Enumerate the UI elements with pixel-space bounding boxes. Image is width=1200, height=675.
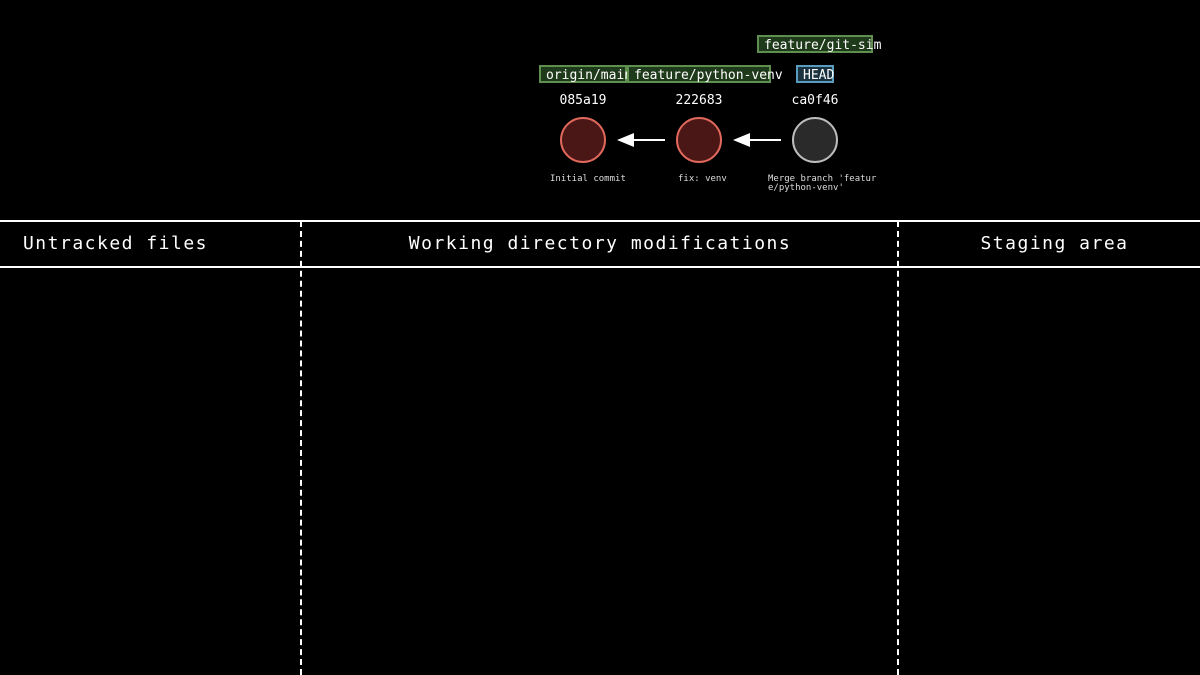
- column-header-working-directory: Working directory modifications: [408, 233, 792, 254]
- table-header-border: [0, 266, 1200, 268]
- commit-node[interactable]: [792, 117, 838, 163]
- commit-node[interactable]: [676, 117, 722, 163]
- commit-sha: 222683: [675, 93, 723, 108]
- commit-node[interactable]: [560, 117, 606, 163]
- branch-label-origin-main: origin/main: [539, 65, 632, 83]
- commit-sha: ca0f46: [791, 93, 839, 108]
- column-header-untracked-files: Untracked files: [22, 233, 209, 254]
- branch-label-feature-git-sim: feature/git-sim: [757, 35, 881, 53]
- untracked-files-column: [0, 270, 300, 675]
- branch-label-feature-python-venv: feature/python-venv: [627, 65, 783, 83]
- commit-message: Initial commit: [550, 174, 626, 184]
- working-directory-column: [302, 270, 897, 675]
- parent-arrow-icon: [733, 133, 781, 147]
- commit-sha: 085a19: [559, 93, 607, 108]
- commit-message: fix: venv: [678, 174, 727, 184]
- table-top-border: [0, 220, 1200, 222]
- head-label: HEAD: [796, 65, 834, 83]
- parent-arrow-icon: [617, 133, 665, 147]
- staging-area-column: [899, 270, 1200, 675]
- column-header-staging-area: Staging area: [980, 233, 1129, 254]
- commit-message: Merge branch 'featur e/python-venv': [768, 174, 877, 193]
